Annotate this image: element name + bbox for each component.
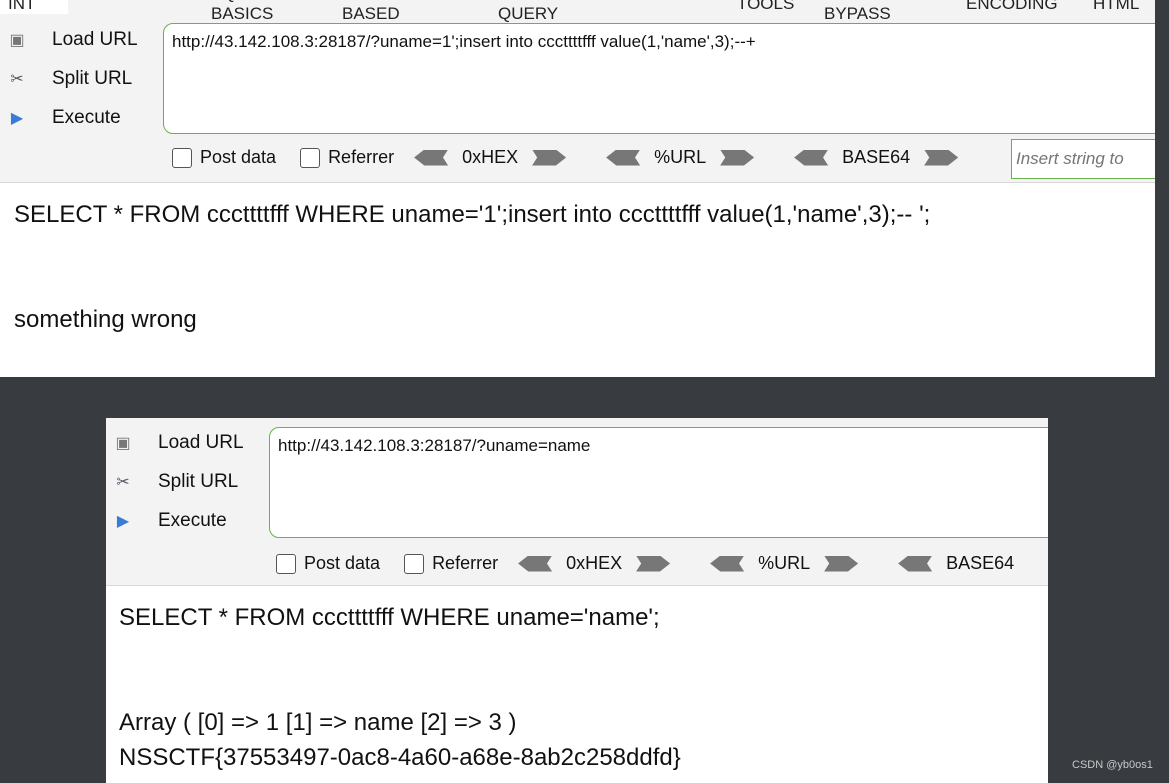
- referrer-label: Referrer: [432, 553, 499, 573]
- split-url-label: Split URL: [52, 67, 133, 89]
- post-data-label: Post data: [304, 553, 381, 573]
- post-data-label: Post data: [200, 147, 277, 167]
- insert-string-input[interactable]: [1011, 139, 1155, 179]
- url-encode-arrow-icon[interactable]: [720, 149, 755, 166]
- split-url-label: Split URL: [158, 470, 239, 492]
- execute-label: Execute: [52, 106, 121, 128]
- query-output: SELECT * FROM cccttttfff WHERE uname='na…: [119, 604, 660, 631]
- base64-label: BASE64: [842, 147, 911, 167]
- referrer-checkbox[interactable]: [404, 553, 425, 574]
- hex-decode-arrow-icon[interactable]: [518, 555, 553, 572]
- menu-sql-basics[interactable]: SQL BASICS: [211, 0, 273, 24]
- flag-output: NSSCTF{37553497-0ac8-4a60-a68e-8ab2c258d…: [119, 744, 681, 771]
- toolbar: ▣ Load URL ✂ Split URL ▶ Execute http://43.…: [106, 418, 1048, 586]
- load-url-icon: ▣: [115, 434, 131, 452]
- load-url-button[interactable]: ▣ Load URL: [112, 423, 244, 462]
- url-input[interactable]: http://43.142.108.3:28187/?uname=1';inse…: [163, 23, 1155, 134]
- url-label: %URL: [654, 147, 707, 167]
- referrer-checkbox[interactable]: [300, 147, 321, 168]
- split-url-button[interactable]: ✂ Split URL: [112, 462, 244, 501]
- execute-button[interactable]: ▶ Execute: [112, 501, 244, 540]
- execute-label: Execute: [158, 509, 227, 531]
- post-data-checkbox[interactable]: [276, 553, 296, 574]
- base64-encode-arrow-icon[interactable]: [924, 149, 959, 166]
- play-icon: ▶: [116, 512, 130, 530]
- url-encode-arrow-icon[interactable]: [824, 555, 859, 572]
- hackbar-panel-2: ▣ Load URL ✂ Split URL ▶ Execute http://43.…: [106, 418, 1048, 783]
- load-url-button[interactable]: ▣ Load URL: [6, 20, 138, 59]
- base64-decode-arrow-icon[interactable]: [794, 149, 829, 166]
- referrer-label: Referrer: [328, 147, 395, 167]
- url-input[interactable]: http://43.142.108.3:28187/?uname=name: [269, 427, 1048, 538]
- base64-decode-arrow-icon[interactable]: [898, 555, 933, 572]
- hex-encode-arrow-icon[interactable]: [532, 149, 567, 166]
- scissors-icon: ✂: [116, 473, 130, 491]
- url-decode-arrow-icon[interactable]: [710, 555, 745, 572]
- array-output: Array ( [0] => 1 [1] => name [2] => 3 ): [119, 709, 517, 736]
- hex-encode-arrow-icon[interactable]: [636, 555, 671, 572]
- menu-waf-bypass[interactable]: WAF BYPASS: [824, 0, 891, 24]
- query-output: SELECT * FROM cccttttfff WHERE uname='1'…: [14, 201, 931, 228]
- base64-label: BASE64: [946, 553, 1015, 573]
- menu-bar: INT SQL BASICS UNION BASED ERROR/DOUBLE …: [0, 0, 1139, 23]
- sidebar: ▣ Load URL ✂ Split URL ▶ Execute: [112, 423, 244, 540]
- hex-label: 0xHEX: [566, 553, 623, 573]
- menu-encoding[interactable]: ENCODING: [966, 0, 1058, 14]
- sidebar: ▣ Load URL ✂ Split URL ▶ Execute: [6, 20, 138, 137]
- execute-button[interactable]: ▶ Execute: [6, 98, 138, 137]
- url-decode-arrow-icon[interactable]: [606, 149, 641, 166]
- scissors-icon: ✂: [10, 70, 24, 88]
- url-label: %URL: [758, 553, 811, 573]
- options-row: Post data Referrer 0xHEX %URL BASE64: [172, 147, 972, 168]
- hackbar-panel-1: INT SQL BASICS UNION BASED ERROR/DOUBLE …: [0, 0, 1155, 377]
- post-data-checkbox[interactable]: [172, 147, 192, 168]
- menu-error-double-query[interactable]: ERROR/DOUBLE QUERY: [498, 0, 634, 24]
- load-url-label: Load URL: [52, 28, 138, 50]
- hex-decode-arrow-icon[interactable]: [414, 149, 449, 166]
- menu-html[interactable]: HTML: [1093, 0, 1139, 14]
- error-message: something wrong: [14, 306, 197, 333]
- play-icon: ▶: [10, 109, 24, 127]
- injection-type-select[interactable]: INT: [0, 0, 68, 14]
- options-row: Post data Referrer 0xHEX %URL BASE64: [276, 553, 1014, 574]
- hex-label: 0xHEX: [462, 147, 519, 167]
- load-url-label: Load URL: [158, 431, 244, 453]
- load-url-icon: ▣: [9, 31, 25, 49]
- menu-tools[interactable]: TOOLS: [737, 0, 794, 14]
- menu-union-based[interactable]: UNION BASED: [342, 0, 400, 24]
- toolbar: INT SQL BASICS UNION BASED ERROR/DOUBLE …: [0, 0, 1155, 183]
- split-url-button[interactable]: ✂ Split URL: [6, 59, 138, 98]
- watermark: CSDN @yb0os1: [1072, 759, 1153, 771]
